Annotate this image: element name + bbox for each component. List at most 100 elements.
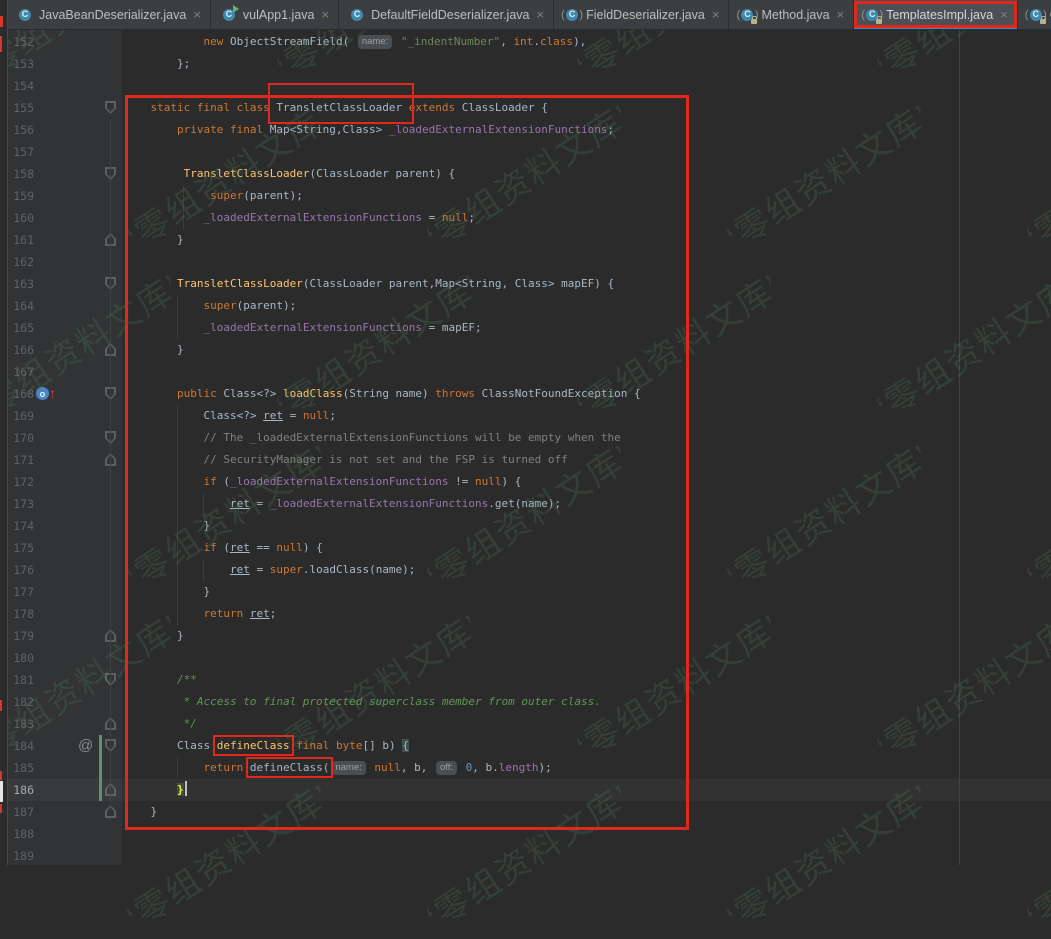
code-token: null: [475, 475, 502, 488]
code-line[interactable]: // The _loadedExternalExtensionFunctions…: [0, 427, 1051, 449]
code-token: _loadedExternalExtensionFunctions: [270, 497, 489, 510]
code-line[interactable]: return defineClass(name: null, b, off: 0…: [0, 757, 1051, 779]
right-margin-guide: [959, 30, 960, 865]
code-line[interactable]: if (ret == null) {: [0, 537, 1051, 559]
tab-javabeandeserializer-java[interactable]: C JavaBeanDeserializer.java ×: [7, 0, 211, 29]
code-line[interactable]: return ret;: [0, 603, 1051, 625]
code-token: extends: [409, 101, 455, 114]
code-line[interactable]: static final class TransletClassLoader e…: [0, 97, 1051, 119]
code-line[interactable]: _loadedExternalExtensionFunctions = mapE…: [0, 317, 1051, 339]
tab-vulapp1-java[interactable]: CvulApp1.java×: [211, 0, 339, 29]
code-line[interactable]: * Access to final protected superclass m…: [0, 691, 1051, 713]
code-line[interactable]: }: [0, 339, 1051, 361]
code-line[interactable]: _loadedExternalExtensionFunctions = null…: [0, 207, 1051, 229]
close-icon[interactable]: ×: [1000, 8, 1008, 21]
lock-badge-icon: [751, 19, 757, 24]
code-line[interactable]: public Class<?> loadClass(String name) t…: [0, 383, 1051, 405]
code-line[interactable]: // SecurityManager is not set and the FS…: [0, 449, 1051, 471]
code-token: !=: [449, 475, 476, 488]
close-icon[interactable]: ×: [536, 8, 544, 21]
class-icon: C(): [739, 7, 755, 23]
code-line[interactable]: Class defineClass(final byte[] b) {: [0, 735, 1051, 757]
code-token: TransletClassLoader: [177, 277, 303, 290]
code-line[interactable]: [0, 75, 1051, 97]
code-line[interactable]: TransletClassLoader(ClassLoader parent,M…: [0, 273, 1051, 295]
code-token: [124, 101, 151, 114]
code-token: }: [124, 585, 210, 598]
code-token: {: [402, 739, 409, 752]
code-token: }: [177, 783, 184, 796]
close-icon[interactable]: ×: [837, 8, 845, 21]
code-line[interactable]: }: [0, 801, 1051, 823]
code-line[interactable]: [0, 823, 1051, 845]
code-line[interactable]: super(parent);: [0, 185, 1051, 207]
tab-label: JavaBeanDeserializer.java: [39, 8, 186, 22]
code-line[interactable]: Class<?> ret = null;: [0, 405, 1051, 427]
code-token: ;: [468, 211, 475, 224]
code-token: [124, 607, 203, 620]
code-token: = mapEF;: [422, 321, 482, 334]
code-line[interactable]: new ObjectStreamField( name: "_indentNum…: [0, 31, 1051, 53]
tab-fielddeserializer-java[interactable]: C()FieldDeserializer.java×: [554, 0, 729, 29]
code-token: , b,: [401, 761, 434, 774]
code-token: ),: [573, 35, 586, 48]
tab-method-java[interactable]: C()Method.java×: [729, 0, 854, 29]
code-line[interactable]: [0, 141, 1051, 163]
class-icon: C: [221, 7, 237, 23]
code-line[interactable]: super(parent);: [0, 295, 1051, 317]
code-line[interactable]: ret = super.loadClass(name);: [0, 559, 1051, 581]
code-token: null: [374, 761, 401, 774]
code-line[interactable]: [0, 845, 1051, 867]
code-line[interactable]: [0, 251, 1051, 273]
code-token: [124, 123, 177, 136]
edge-mark: [0, 781, 3, 802]
code-line[interactable]: }: [0, 779, 1051, 801]
code-line[interactable]: };: [0, 53, 1051, 75]
code-line[interactable]: }: [0, 581, 1051, 603]
code-token: return: [203, 607, 243, 620]
code-line[interactable]: TransletClassLoader(ClassLoader parent) …: [0, 163, 1051, 185]
class-letter: C: [566, 9, 578, 21]
code-line[interactable]: }: [0, 515, 1051, 537]
close-icon[interactable]: ×: [712, 8, 720, 21]
tab-class[interactable]: C()Class×: [1018, 0, 1051, 29]
lock-badge-icon: [876, 19, 882, 24]
code-line[interactable]: }: [0, 229, 1051, 251]
code-line[interactable]: [0, 361, 1051, 383]
code-token: new: [203, 35, 223, 48]
code-line[interactable]: [0, 647, 1051, 669]
class-icon: C: [17, 7, 33, 23]
code-line[interactable]: */: [0, 713, 1051, 735]
code-line[interactable]: }: [0, 625, 1051, 647]
code-token: ClassLoader {: [455, 101, 548, 114]
code-token: */: [124, 717, 197, 730]
code-token: public: [177, 387, 217, 400]
code-token: =: [283, 409, 303, 422]
code-token: [459, 761, 466, 774]
editor-rows-layer: 152 new ObjectStreamField( name: "_inden…: [0, 0, 1051, 865]
code-token: ret: [230, 541, 250, 554]
code-line[interactable]: private final Map<String,Class> _loadedE…: [0, 119, 1051, 141]
code-token: final: [296, 739, 329, 752]
code-token: [124, 497, 230, 510]
code-token: [124, 541, 203, 554]
code-line[interactable]: ret = _loadedExternalExtensionFunctions.…: [0, 493, 1051, 515]
code-line[interactable]: /**: [0, 669, 1051, 691]
tab-defaultfielddeserializer-java[interactable]: CDefaultFieldDeserializer.java×: [339, 0, 554, 29]
code-token: (ClassLoader parent,Map<String, Class> m…: [303, 277, 614, 290]
code-line[interactable]: if (_loadedExternalExtensionFunctions !=…: [0, 471, 1051, 493]
code-token: Class<?>: [124, 409, 263, 422]
code-token: ret: [250, 607, 270, 620]
code-token: return: [203, 761, 243, 774]
code-token: =: [250, 497, 270, 510]
code-token: null: [276, 541, 303, 554]
close-icon[interactable]: ×: [321, 8, 329, 21]
code-token: [243, 761, 250, 774]
code-token: byte: [336, 739, 363, 752]
code-token: throws: [435, 387, 475, 400]
code-token: "_indentNumber": [394, 35, 500, 48]
tab-templatesimpl-java[interactable]: C()TemplatesImpl.java×: [854, 0, 1018, 29]
code-token: [124, 277, 177, 290]
annotation-box-defineclass: defineClass(: [250, 761, 329, 774]
close-icon[interactable]: ×: [193, 8, 201, 21]
